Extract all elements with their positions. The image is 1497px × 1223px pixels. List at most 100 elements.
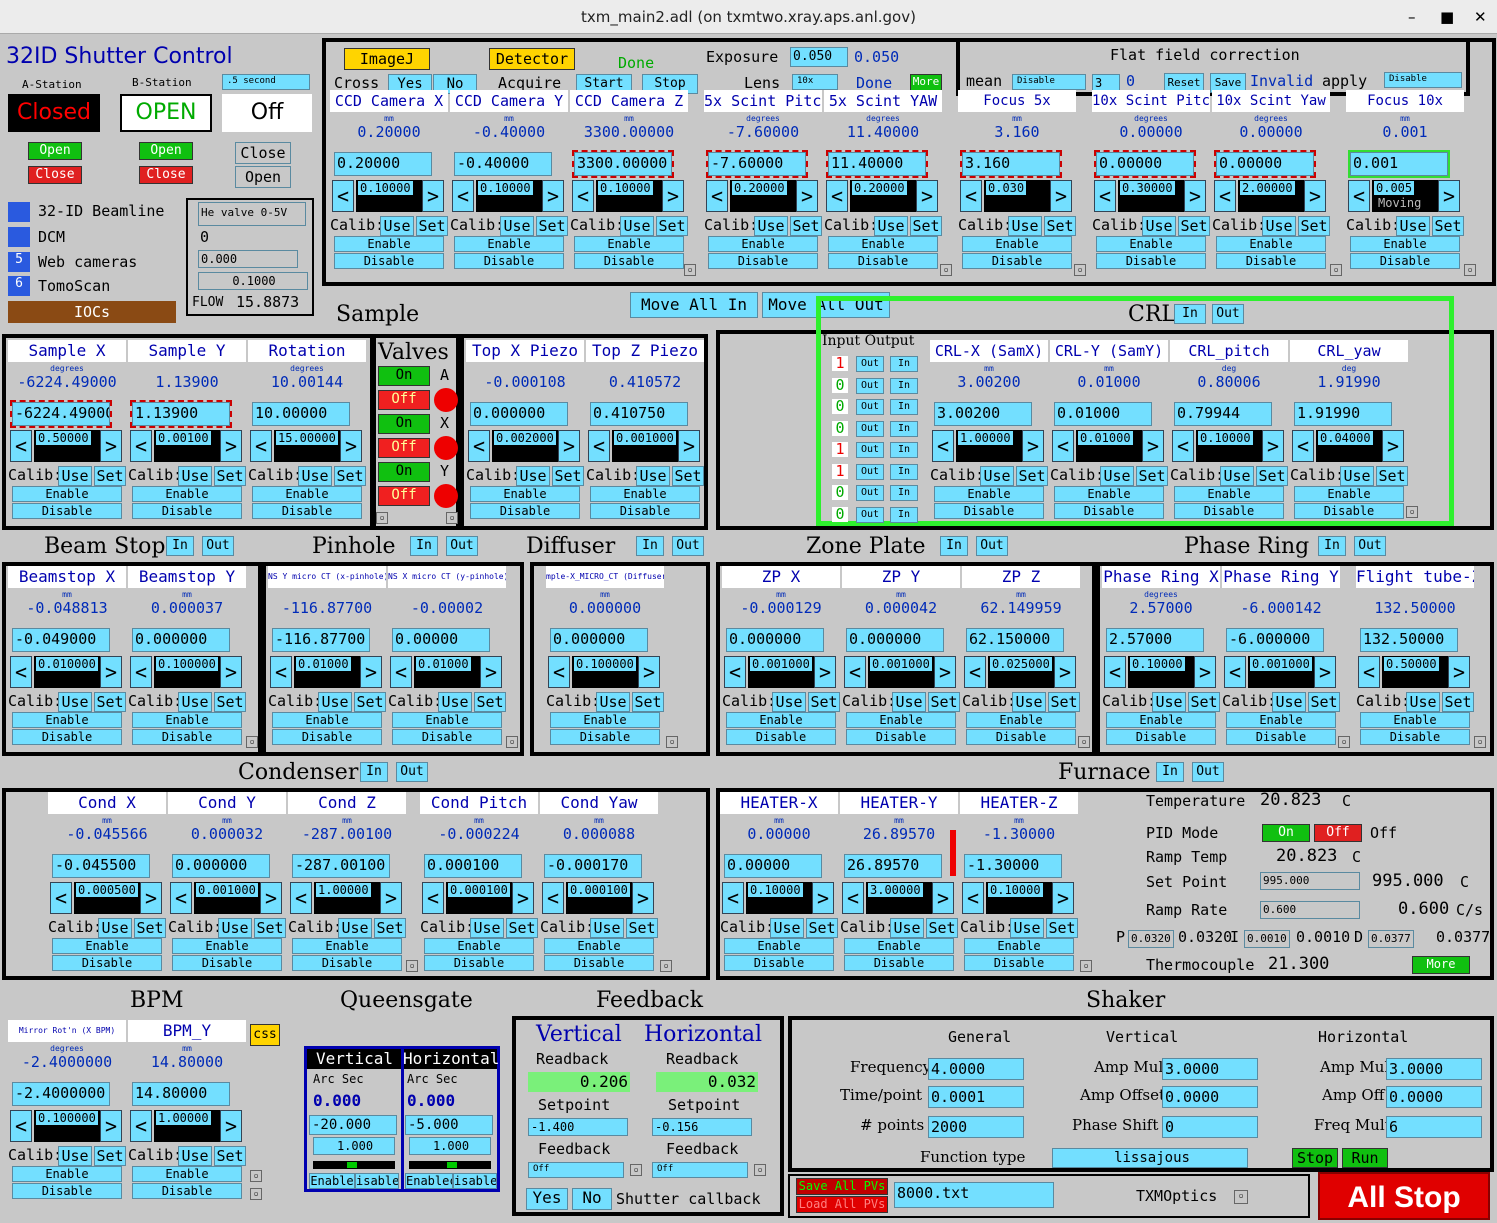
iocs-button[interactable]: IOCs [8, 301, 176, 323]
disable-button[interactable]: Disable [424, 955, 534, 971]
calib-set-button[interactable]: Set [1308, 692, 1340, 712]
related-display-icon[interactable]: ▫ [250, 1170, 262, 1182]
calib-set-button[interactable]: Set [910, 216, 942, 236]
set-point-input[interactable]: 995.000 [1260, 872, 1360, 890]
calib-set-button[interactable]: Set [672, 466, 704, 486]
disable-button[interactable]: Disable [544, 955, 654, 971]
tweak-right-button[interactable] [260, 882, 282, 914]
tweak-right-button[interactable] [796, 180, 818, 212]
nav-item-web-cameras[interactable]: Web cameras [38, 255, 137, 270]
motor-setpoint-input[interactable]: 0.20000 [334, 152, 432, 176]
tweak-right-button[interactable] [558, 430, 580, 462]
furnace-more-button[interactable]: More [1412, 956, 1470, 974]
calib-set-button[interactable]: Set [806, 918, 838, 938]
tweak-right-button[interactable] [140, 882, 162, 914]
tweak-right-button[interactable] [662, 180, 684, 212]
motor-setpoint-input[interactable]: 26.89570 [844, 854, 942, 878]
tweak-step-input[interactable]: 0.002000 [494, 431, 556, 445]
enable-button[interactable]: Enable [726, 712, 836, 728]
tweak-left-button[interactable] [960, 180, 982, 212]
tweak-step-input[interactable]: 0.00100 [156, 431, 211, 445]
tweak-left-button[interactable] [1172, 430, 1194, 462]
tweak-right-button[interactable] [1194, 656, 1216, 688]
crl-in-button[interactable]: In [890, 399, 918, 415]
calib-set-button[interactable]: Set [552, 466, 584, 486]
tweak-left-button[interactable] [964, 656, 986, 688]
motor-setpoint-input[interactable]: 0.000000 [470, 402, 568, 426]
enable-button[interactable]: Enable [1226, 712, 1336, 728]
tweak-step-input[interactable]: 0.100000 [156, 657, 218, 671]
motor-setpoint-input[interactable]: 0.00000 [724, 854, 822, 878]
tweak-step-input[interactable]: 0.10000 [1198, 431, 1253, 445]
tweak-left-button[interactable] [1094, 180, 1116, 212]
tweak-left-button[interactable] [706, 180, 728, 212]
nav-item-tomoscan[interactable]: TomoScan [38, 279, 110, 294]
motor-setpoint-input[interactable]: 0.00000 [1094, 150, 1196, 178]
motor-setpoint-input[interactable]: -116.87700 [272, 628, 370, 652]
move-all-out-button[interactable]: Move All Out [762, 292, 890, 318]
calib-use-button[interactable]: Use [58, 692, 92, 712]
tweak-left-button[interactable] [1052, 430, 1074, 462]
crl-out-button[interactable]: Out [856, 377, 884, 394]
disable-button[interactable]: Disable [172, 955, 282, 971]
disable-button[interactable]: Disable [724, 955, 834, 971]
tweak-step-input[interactable]: 0.10000 [598, 181, 653, 195]
related-display-icon[interactable]: ▫ [446, 512, 458, 524]
calib-use-button[interactable]: Use [980, 466, 1014, 486]
calib-set-button[interactable]: Set [374, 918, 406, 938]
tweak-right-button[interactable] [512, 882, 534, 914]
enable-button[interactable]: Enable [12, 486, 122, 502]
tweak-right-button[interactable] [916, 180, 938, 212]
tweak-step-input[interactable]: 0.01000 [296, 657, 351, 671]
minimize-button[interactable]: – [1408, 8, 1416, 26]
calib-use-button[interactable]: Use [516, 466, 550, 486]
tweak-step-input[interactable]: 0.000100 [568, 883, 630, 897]
imagej-button[interactable]: ImageJ [344, 48, 430, 70]
calib-set-button[interactable]: Set [1298, 216, 1330, 236]
disable-button[interactable]: Disable [454, 253, 564, 269]
lens-more-button[interactable]: More [910, 74, 942, 91]
beamstop-in-button[interactable]: In [166, 536, 194, 556]
he-valve-setpoint[interactable]: 0.000 [198, 250, 298, 268]
pv-file-input[interactable]: 8000.txt [894, 1182, 1054, 1208]
related-display-icon[interactable]: ▫ [1080, 960, 1092, 972]
enable-button[interactable]: Enable [252, 486, 362, 502]
zoneplate-in-button[interactable]: In [940, 536, 968, 556]
nav-item-dcm[interactable]: DCM [38, 230, 65, 245]
related-display-icon[interactable]: ▫ [940, 264, 952, 276]
calib-use-button[interactable]: Use [590, 918, 624, 938]
tweak-right-button[interactable] [542, 180, 564, 212]
calib-set-button[interactable]: Set [926, 918, 958, 938]
i-input[interactable]: 0.0010 [1244, 930, 1290, 948]
tweak-right-button[interactable] [1382, 430, 1404, 462]
pid-on-button[interactable]: On [1262, 824, 1310, 842]
close-window-button[interactable]: ✕ [1474, 8, 1487, 26]
tweak-left-button[interactable] [390, 656, 412, 688]
disable-button[interactable]: Disable [1360, 729, 1470, 745]
tweak-step-input[interactable]: 0.01000 [1078, 431, 1133, 445]
calib-set-button[interactable]: Set [214, 692, 246, 712]
tweak-step-input[interactable]: 0.005 [1374, 181, 1415, 195]
tweak-step-input[interactable]: 0.20000 [732, 181, 787, 195]
disable-button[interactable]: Disable [252, 503, 362, 519]
tweak-step-input[interactable]: 0.04000 [1318, 431, 1373, 445]
calib-set-button[interactable]: Set [134, 918, 166, 938]
calib-use-button[interactable]: Use [770, 918, 804, 938]
disable-button[interactable]: Disable [272, 729, 382, 745]
calib-set-button[interactable]: Set [506, 918, 538, 938]
tweak-step-input[interactable]: 0.50000 [36, 431, 91, 445]
tweak-left-button[interactable] [572, 180, 594, 212]
tweak-left-button[interactable] [588, 430, 610, 462]
tweak-step-input[interactable]: 0.000500 [76, 883, 138, 897]
motor-setpoint-input[interactable]: -7.60000 [706, 150, 808, 178]
motor-setpoint-input[interactable]: -0.049000 [12, 628, 110, 652]
condenser-out-button[interactable]: Out [396, 762, 428, 782]
time-point-input[interactable]: 0.0001 [928, 1086, 1024, 1108]
beamstop-out-button[interactable]: Out [202, 536, 234, 556]
valve-off-button[interactable]: Off [378, 390, 430, 410]
calib-use-button[interactable]: Use [1340, 466, 1374, 486]
valve-on-button[interactable]: On [378, 462, 430, 482]
tweak-left-button[interactable] [1348, 180, 1370, 212]
related-display-icon[interactable]: ▫ [1078, 736, 1090, 748]
all-stop-button[interactable]: All Stop [1318, 1172, 1490, 1220]
